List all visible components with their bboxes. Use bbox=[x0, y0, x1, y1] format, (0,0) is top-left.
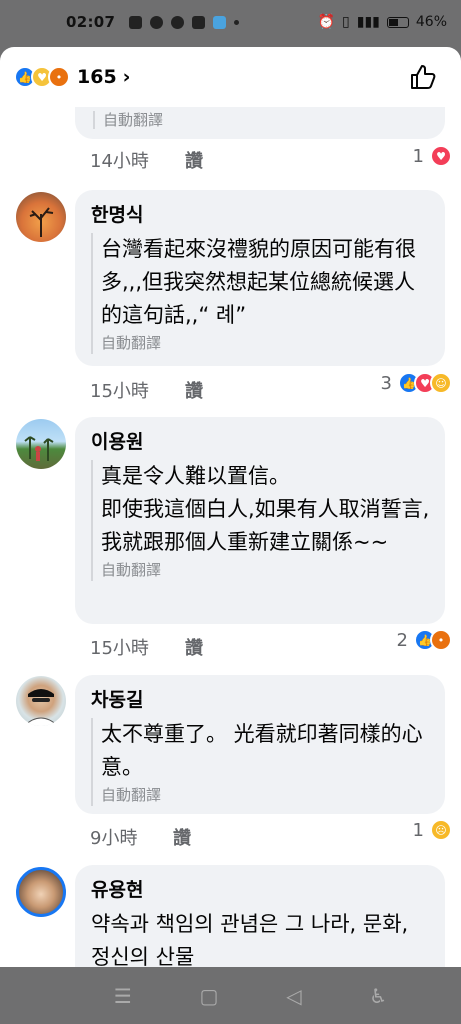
avatar[interactable] bbox=[16, 867, 66, 917]
battery-percent: 46% bbox=[415, 14, 447, 30]
love-reaction-icon: ♥ bbox=[430, 145, 452, 167]
auto-translate[interactable]: 自動翻譯 bbox=[91, 784, 431, 806]
comment-reactions[interactable]: 3 👍 ♥ ☺ bbox=[381, 372, 452, 394]
comment-time: 9小時 bbox=[90, 828, 138, 849]
sad-reaction-icon: ☹ bbox=[430, 819, 452, 841]
angry-reaction-icon: • bbox=[48, 66, 70, 88]
previous-comment-bubble: 自動翻譯 bbox=[75, 107, 445, 139]
messenger-icon bbox=[171, 15, 185, 29]
recent-apps-icon[interactable]: ☰ bbox=[114, 984, 132, 1008]
alarm-icon: ⏰ bbox=[317, 14, 336, 30]
like-link[interactable]: 讚 bbox=[185, 147, 203, 173]
like-link[interactable]: 讚 bbox=[185, 634, 203, 660]
accessibility-icon[interactable]: ♿ bbox=[369, 984, 387, 1008]
comment-author[interactable]: 유용현 bbox=[91, 875, 431, 902]
haha-reaction-icon: ☺ bbox=[430, 372, 452, 394]
cloud-icon bbox=[213, 15, 227, 29]
clipboard-icon bbox=[192, 15, 206, 29]
battery-icon bbox=[386, 16, 409, 28]
status-bar: 02:07 ⏰ ▯ ▮▮▮ 46% bbox=[0, 0, 461, 44]
comment-time: 14小時 bbox=[90, 151, 149, 172]
comment-bubble: 유용현 약속과 책임의 관념은 그 나라, 문화, 정신의 산물 bbox=[75, 865, 445, 967]
auto-translate[interactable]: 自動翻譯 bbox=[91, 559, 431, 581]
avatar[interactable] bbox=[16, 192, 66, 242]
comment-meta: 9小時 讚 bbox=[90, 824, 191, 850]
comment-reactions[interactable]: 1 ♥ bbox=[413, 145, 452, 167]
like-thumb-icon[interactable] bbox=[409, 63, 437, 91]
more-dot-icon bbox=[234, 19, 240, 25]
back-icon[interactable]: ◁ bbox=[286, 984, 301, 1008]
chevron-right-icon[interactable]: › bbox=[123, 66, 131, 88]
status-time: 02:07 bbox=[66, 13, 116, 31]
comment-reactions[interactable]: 1 ☹ bbox=[413, 819, 452, 841]
comment-author[interactable]: 이용원 bbox=[91, 427, 431, 454]
auto-translate[interactable]: 自動翻譯 bbox=[91, 332, 431, 354]
reactions-header[interactable]: 👍 ♥ • 165 › bbox=[0, 47, 461, 107]
comment-text: 太不尊重了。 光看就印著同樣的心意。 bbox=[91, 718, 431, 784]
facebook-icon bbox=[150, 15, 164, 29]
comment-time: 15小時 bbox=[90, 638, 149, 659]
system-nav-bar: ☰ ▢ ◁ ♿ bbox=[0, 967, 461, 1024]
comment-meta: 15小時 讚 bbox=[90, 634, 203, 660]
avatar[interactable] bbox=[16, 419, 66, 469]
game-icon bbox=[129, 15, 143, 29]
comment-bubble: 차동길 太不尊重了。 光看就印著同樣的心意。 自動翻譯 bbox=[75, 675, 445, 814]
comment-text: 台灣看起來沒禮貌的原因可能有很多,,,但我突然想起某位總統候選人的這句話,,“ … bbox=[91, 233, 431, 332]
comment-author[interactable]: 한명식 bbox=[91, 200, 431, 227]
vibrate-icon: ▯ bbox=[342, 14, 350, 30]
signal-icon: ▮▮▮ bbox=[356, 14, 380, 30]
like-link[interactable]: 讚 bbox=[173, 824, 191, 850]
comment-author[interactable]: 차동길 bbox=[91, 685, 431, 712]
home-icon[interactable]: ▢ bbox=[199, 984, 218, 1008]
comments-sheet: 👍 ♥ • 165 › 自動翻譯 14小時 讚 1 ♥ 한명식 台灣看起來沒禮貌… bbox=[0, 47, 461, 967]
like-link[interactable]: 讚 bbox=[185, 377, 203, 403]
avatar[interactable] bbox=[16, 676, 66, 726]
comment-time: 15小時 bbox=[90, 381, 149, 402]
comment-bubble: 한명식 台灣看起來沒禮貌的原因可能有很多,,,但我突然想起某位總統候選人的這句話… bbox=[75, 190, 445, 366]
comment-text: 약속과 책임의 관념은 그 나라, 문화, 정신의 산물 bbox=[91, 912, 409, 967]
reaction-count[interactable]: 165 bbox=[77, 66, 117, 88]
comment-bubble: 이용원 真是令人難以置信。 即使我這個白人,如果有人取消誓言,我就跟那個人重新建… bbox=[75, 417, 445, 624]
auto-translate[interactable]: 自動翻譯 bbox=[93, 111, 164, 129]
reaction-icons: 👍 ♥ • bbox=[14, 66, 70, 88]
comment-meta: 15小時 讚 bbox=[90, 377, 203, 403]
comment-meta: 14小時 讚 bbox=[90, 147, 203, 173]
angry-reaction-icon: • bbox=[430, 629, 452, 651]
comment-reactions[interactable]: 2 👍 • bbox=[397, 629, 452, 651]
comment-text: 真是令人難以置信。 即使我這個白人,如果有人取消誓言,我就跟那個人重新建立關係~… bbox=[91, 460, 431, 559]
